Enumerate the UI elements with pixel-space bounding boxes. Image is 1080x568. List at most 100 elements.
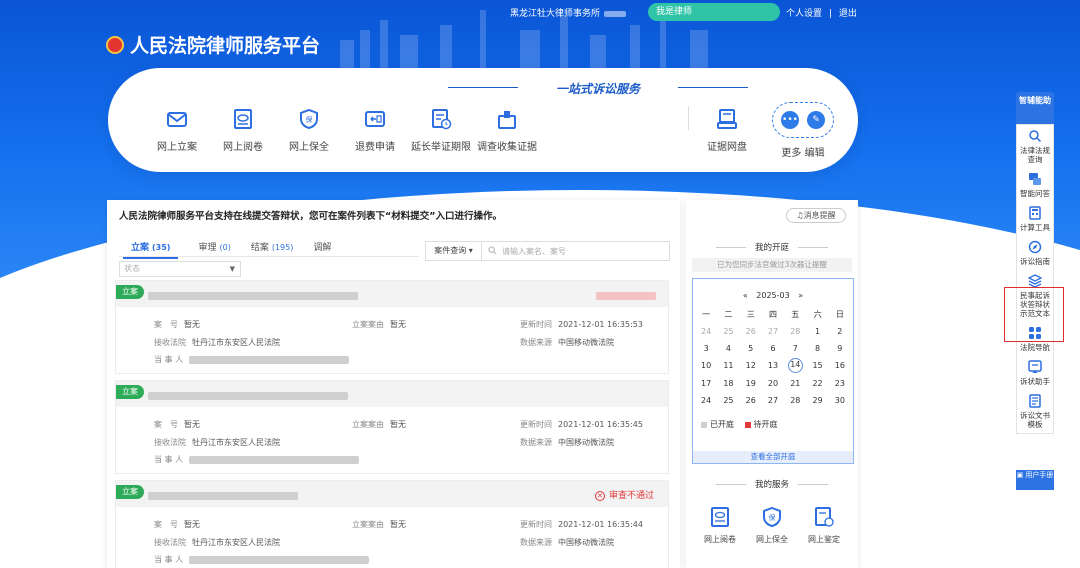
calendar-day[interactable]: 19	[740, 378, 762, 390]
user-manual-button[interactable]: ▣ 用户手册	[1016, 470, 1054, 490]
calendar-day[interactable]: 20	[762, 378, 784, 390]
my-service-online-appraisal[interactable]: 网上鉴定	[798, 506, 850, 545]
case-party-row: 当 事 人	[154, 454, 360, 465]
calendar-day[interactable]: 6	[762, 343, 784, 355]
book-icon: ▣	[1016, 471, 1024, 479]
case-court-row: 接收法院 牡丹江市东安区人民法院	[154, 438, 280, 447]
calendar-day[interactable]: 7	[784, 343, 806, 355]
link-separator: |	[828, 9, 832, 19]
case-card[interactable]: 立案 案 号暂无 立案案由 暂无 更新时间 2021-12-01 16:35:45 …	[115, 380, 669, 474]
sidebar-item-calculator[interactable]: 计算工具	[1017, 202, 1053, 236]
platform-brand[interactable]: 人民法院律师服务平台	[106, 31, 320, 58]
weekday-label: 二	[724, 310, 733, 319]
calendar-day[interactable]: 8	[806, 343, 828, 355]
sidebar-item-smart-qa[interactable]: 智能问答	[1017, 168, 1053, 202]
calendar-day[interactable]: 27	[762, 395, 784, 407]
service-online-preservation[interactable]: 保 网上保全	[274, 108, 344, 153]
answer-submission-notice: 人民法院律师服务平台支持在线提交答辩状，您可在案件列表下“材料提交”入口进行操作…	[119, 211, 502, 222]
calendar-day-other-month[interactable]: 24	[695, 326, 717, 338]
service-online-filing[interactable]: 网上立案	[142, 108, 212, 153]
calendar-day[interactable]: 30	[829, 395, 851, 407]
calendar-day[interactable]: 22	[806, 378, 828, 390]
case-source-row: 数据来源 中国移动微法院	[520, 538, 614, 547]
service-refund-request[interactable]: 退费申请	[340, 108, 410, 153]
case-court-row: 接收法院 牡丹江市东安区人民法院	[154, 338, 280, 347]
more-dots-icon[interactable]: •••	[781, 111, 799, 129]
service-evidence-cloud-disk[interactable]: 证据网盘	[692, 108, 762, 153]
sidebar-tool-list: 法律法规查询 智能问答 计算工具 诉讼指南 民事起诉状答辩状示范文本 法院导航 …	[1016, 124, 1054, 434]
next-month-button[interactable]: »	[798, 291, 803, 300]
service-collect-evidence[interactable]: 调查收集证据	[472, 108, 542, 153]
top-links: 个人设置 | 退出	[786, 6, 861, 19]
calendar-day-other-month[interactable]: 28	[784, 326, 806, 338]
search-icon	[488, 246, 497, 255]
weekday-label: 三	[746, 310, 755, 319]
calendar-day[interactable]: 9	[829, 343, 851, 355]
close-circle-icon: ✕	[594, 491, 605, 501]
calendar-day[interactable]: 21	[784, 378, 806, 390]
case-number-row: 案 号暂无	[154, 520, 200, 529]
weekday-label: 五	[791, 310, 800, 319]
calendar-day-other-month[interactable]: 26	[740, 326, 762, 338]
my-service-online-preservation[interactable]: 保 网上保全	[746, 506, 798, 545]
highlight-box	[1004, 287, 1064, 342]
top-bar: 黑龙江牡大律师事务所 我是律师 个人设置 | 退出	[0, 0, 1080, 24]
sidebar-item-document-templates[interactable]: 诉讼文书模板	[1017, 390, 1053, 433]
sidebar-item-complaint-assistant[interactable]: 诉状助手	[1017, 356, 1053, 390]
edit-pencil-icon[interactable]: ✎	[807, 111, 825, 129]
calendar-day[interactable]: 13	[762, 360, 784, 372]
my-hearings-title: 我的开庭	[686, 241, 858, 253]
case-status-badge: 立案	[116, 285, 144, 299]
case-status-badge: 立案	[116, 385, 144, 399]
role-lawyer-button[interactable]: 我是律师	[648, 3, 780, 21]
weekday-label: 四	[768, 310, 777, 319]
calendar-day-other-month[interactable]: 27	[762, 326, 784, 338]
case-card[interactable]: 立案 案 号暂无 立案案由 暂无 更新时间 2021-12-01 16:35:53 …	[115, 280, 669, 374]
calendar-day[interactable]: 1	[806, 326, 828, 338]
calendar-day[interactable]: 18	[717, 378, 739, 390]
calendar-day[interactable]: 3	[695, 343, 717, 355]
case-list-panel: 人民法院律师服务平台支持在线提交答辩状，您可在案件列表下“材料提交”入口进行操作…	[107, 200, 680, 568]
prev-month-button[interactable]: «	[743, 291, 748, 300]
more-label[interactable]: 更多	[781, 148, 801, 159]
case-search: 案件查询 ▾ 请输入案名、案号	[425, 241, 670, 261]
smart-assist-header[interactable]: 智辅能助	[1016, 92, 1054, 124]
calendar-day[interactable]: 4	[717, 343, 739, 355]
calendar-day[interactable]: 28	[784, 395, 806, 407]
sidebar-item-law-search[interactable]: 法律法规查询	[1017, 125, 1053, 168]
calendar-day[interactable]: 16	[829, 360, 851, 372]
status-select[interactable]: 状态 ▼	[119, 261, 241, 277]
calendar-day[interactable]: 14	[787, 358, 803, 373]
service-online-review[interactable]: 网上阅卷	[208, 108, 278, 153]
calendar-day[interactable]: 10	[695, 360, 717, 372]
calendar-grid: 一二三四五六日 24 25 26 27 28 1 2 3 4 5 6 7 8 9 10 11 12 13 14 15 16…	[695, 309, 851, 407]
one-stop-services-card: 一站式诉讼服务 网上立案 网上阅卷 保 网上保全 退费申请 延长举证期限 调查收…	[108, 68, 858, 172]
calendar-day[interactable]: 11	[717, 360, 739, 372]
case-card[interactable]: 立案 ✕ 审查不通过 案 号暂无 立案案由 暂无 更新时间 2021-12-01 16…	[115, 480, 669, 568]
case-card-header: 立案 ✕ 审查不通过	[116, 481, 668, 507]
calendar-day[interactable]: 24	[695, 395, 717, 407]
calendar-day[interactable]: 17	[695, 378, 717, 390]
calendar-day[interactable]: 15	[806, 360, 828, 372]
search-type-dropdown[interactable]: 案件查询 ▾	[426, 242, 482, 260]
my-service-online-review[interactable]: 网上阅卷	[694, 506, 746, 545]
message-reminder-button[interactable]: ♫消息提醒	[786, 208, 846, 223]
search-input[interactable]: 请输入案名、案号	[502, 246, 566, 257]
national-emblem-icon	[106, 35, 124, 54]
calendar-day[interactable]: 23	[829, 378, 851, 390]
calendar-day-other-month[interactable]: 25	[717, 326, 739, 338]
edit-label[interactable]: 编辑	[805, 148, 825, 159]
hearing-calendar: « 2025-03 » 一二三四五六日 24 25 26 27 28 1 2 3 4 5 6 7 8 9 10…	[692, 278, 854, 464]
calendar-day[interactable]: 12	[740, 360, 762, 372]
view-all-hearings-link[interactable]: 查看全部开庭	[693, 451, 853, 463]
calendar-day[interactable]: 25	[717, 395, 739, 407]
calendar-day[interactable]: 2	[829, 326, 851, 338]
personal-settings-link[interactable]: 个人设置	[786, 9, 822, 19]
sidebar-item-litigation-guide[interactable]: 诉讼指南	[1017, 236, 1053, 270]
tab-underline	[119, 256, 419, 257]
calendar-day[interactable]: 26	[740, 395, 762, 407]
calendar-day[interactable]: 5	[740, 343, 762, 355]
service-extend-evidence-period[interactable]: 延长举证期限	[406, 108, 476, 153]
logout-link[interactable]: 退出	[839, 9, 857, 19]
calendar-day[interactable]: 29	[806, 395, 828, 407]
